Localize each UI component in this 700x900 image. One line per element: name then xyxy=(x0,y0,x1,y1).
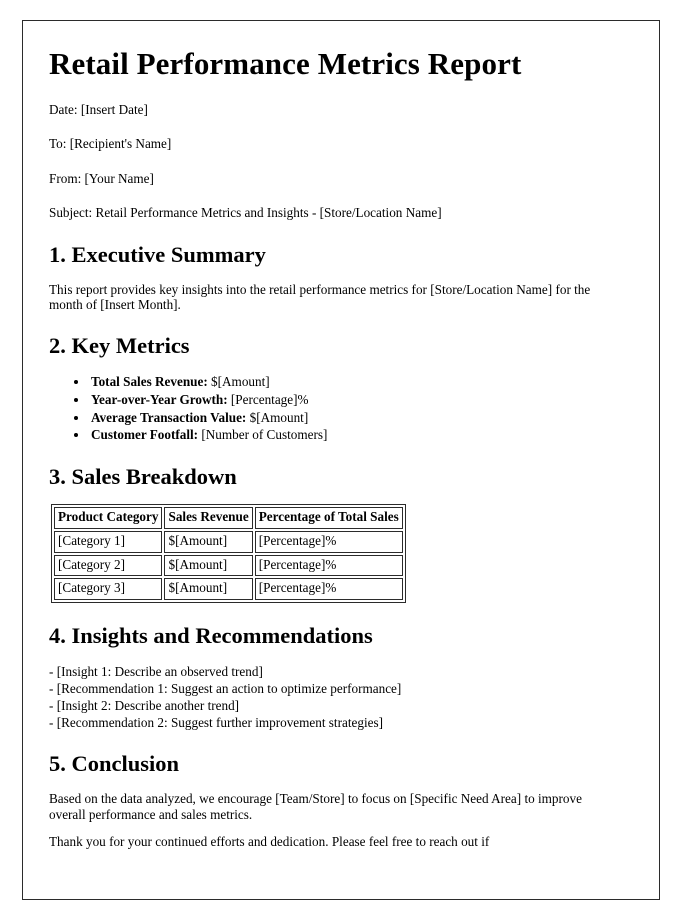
metric-value: $[Amount] xyxy=(246,409,309,425)
insights-list: - [Insight 1: Describe an observed trend… xyxy=(49,663,633,732)
document-body: Retail Performance Metrics Report Date: … xyxy=(23,21,659,850)
column-header-percentage-of-total-sales: Percentage of Total Sales xyxy=(254,507,403,529)
table-row: [Category 3] $[Amount] [Percentage]% xyxy=(54,578,403,600)
insight-line: - [Insight 2: Describe another trend] xyxy=(49,698,240,713)
cell-revenue: $[Amount] xyxy=(164,530,253,553)
table-header: Product Category Sales Revenue Percentag… xyxy=(54,507,403,529)
insight-line: - [Insight 1: Describe an observed trend… xyxy=(49,663,263,679)
heading-key-metrics: 2. Key Metrics xyxy=(49,332,190,358)
metric-label: Average Transaction Value: xyxy=(91,409,247,425)
conclusion-text: Based on the data analyzed, we encourage… xyxy=(49,791,582,822)
table-row: [Category 1] $[Amount] [Percentage]% xyxy=(54,530,403,553)
metric-value: [Percentage]% xyxy=(227,391,309,407)
cell-revenue: $[Amount] xyxy=(164,554,253,577)
page-title: Retail Performance Metrics Report xyxy=(49,46,522,81)
cell-percentage: [Percentage]% xyxy=(254,578,403,600)
meta-to: To: [Recipient's Name] xyxy=(49,136,172,152)
metric-value: $[Amount] xyxy=(207,373,270,389)
metric-label: Total Sales Revenue: xyxy=(91,373,208,389)
heading-conclusion: 5. Conclusion xyxy=(49,751,180,777)
column-header-sales-revenue: Sales Revenue xyxy=(164,507,253,529)
list-item: Total Sales Revenue: $[Amount] xyxy=(89,373,633,391)
recommendation-line: - [Recommendation 1: Suggest an action t… xyxy=(49,680,402,696)
cell-category: [Category 2] xyxy=(54,554,163,577)
heading-sales-breakdown: 3. Sales Breakdown xyxy=(49,464,237,490)
heading-insights-and-recommendations: 4. Insights and Recommendations xyxy=(49,622,373,648)
metric-label: Year-over-Year Growth: xyxy=(91,391,228,407)
table-body: [Category 1] $[Amount] [Percentage]% [Ca… xyxy=(54,530,403,600)
executive-summary-text: This report provides key insights into t… xyxy=(49,281,591,313)
cell-category: [Category 3] xyxy=(54,578,163,600)
meta-from: From: [Your Name] xyxy=(49,170,154,186)
table-row: [Category 2] $[Amount] [Percentage]% xyxy=(54,554,403,577)
table-header-row: Product Category Sales Revenue Percentag… xyxy=(54,507,403,529)
list-item: Average Transaction Value: $[Amount] xyxy=(89,409,633,427)
heading-executive-summary: 1. Executive Summary xyxy=(49,241,266,267)
recommendation-line: - [Recommendation 2: Suggest further imp… xyxy=(49,715,383,731)
cell-revenue: $[Amount] xyxy=(164,578,253,600)
column-header-product-category: Product Category xyxy=(54,507,163,529)
meta-date: Date: [Insert Date] xyxy=(49,101,148,117)
closing-text: Thank you for your continued efforts and… xyxy=(49,834,490,850)
sales-breakdown-table: Product Category Sales Revenue Percentag… xyxy=(51,504,406,603)
cell-percentage: [Percentage]% xyxy=(254,554,403,577)
metric-label: Customer Footfall: xyxy=(91,427,199,443)
meta-subject: Subject: Retail Performance Metrics and … xyxy=(49,205,442,221)
cell-category: [Category 1] xyxy=(54,530,163,553)
list-item: Customer Footfall: [Number of Customers] xyxy=(89,426,633,444)
list-item: Year-over-Year Growth: [Percentage]% xyxy=(89,391,633,409)
key-metrics-list: Total Sales Revenue: $[Amount] Year-over… xyxy=(49,373,633,445)
metric-value: [Number of Customers] xyxy=(198,427,328,443)
cell-percentage: [Percentage]% xyxy=(254,530,403,553)
document-page: Retail Performance Metrics Report Date: … xyxy=(22,20,660,900)
